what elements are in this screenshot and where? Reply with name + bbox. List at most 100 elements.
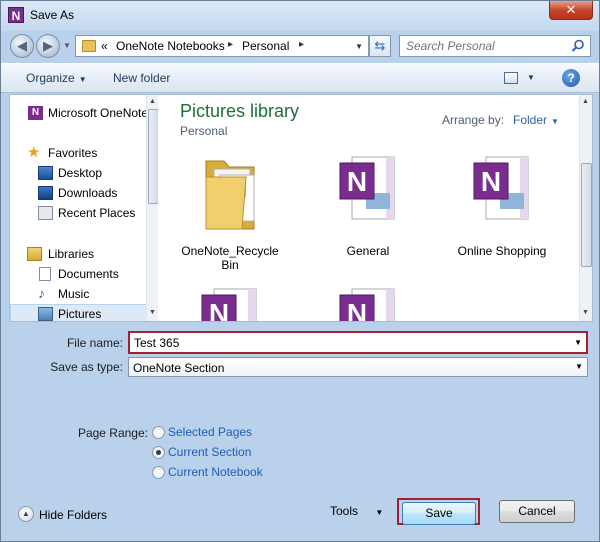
file-list: Pictures library Personal Arrange by: Fo… bbox=[168, 95, 579, 321]
tools-button[interactable]: Tools ▼ bbox=[330, 504, 383, 518]
breadcrumb-separator[interactable]: ▸ bbox=[228, 39, 233, 50]
file-item-general[interactable]: N General bbox=[313, 153, 423, 263]
arrange-by-dropdown[interactable]: Folder ▼ bbox=[513, 113, 559, 127]
help-icon[interactable]: ? bbox=[562, 69, 580, 87]
refresh-icon: ⇆ bbox=[374, 38, 386, 53]
pictures-icon bbox=[38, 307, 53, 321]
file-name-label: OneNote_Recycle Bin bbox=[181, 244, 279, 272]
search-input[interactable] bbox=[400, 36, 568, 56]
folder-icon bbox=[82, 40, 96, 52]
file-scroll-thumb[interactable] bbox=[581, 163, 592, 267]
scroll-up-icon[interactable]: ▲ bbox=[149, 98, 156, 105]
nav-item-label: Microsoft OneNote bbox=[48, 106, 147, 120]
desktop-icon bbox=[38, 166, 53, 180]
chevron-down-icon[interactable]: ▼ bbox=[575, 362, 583, 371]
new-folder-button[interactable]: New folder bbox=[113, 71, 170, 85]
nav-item-desktop[interactable]: Desktop bbox=[10, 163, 147, 183]
save-button[interactable]: Save bbox=[402, 502, 476, 525]
scroll-down-icon[interactable]: ▼ bbox=[149, 309, 156, 316]
search-box[interactable] bbox=[399, 35, 591, 57]
pane-splitter[interactable] bbox=[159, 95, 167, 321]
nav-item-favorites[interactable]: ★ Favorites bbox=[10, 143, 147, 163]
organize-button[interactable]: Organize ▼ bbox=[26, 71, 87, 85]
save-highlight: Save bbox=[397, 498, 480, 525]
cancel-button[interactable]: Cancel bbox=[499, 500, 575, 523]
save-as-dialog: N Save As ✕ ◀ ▶ ▼ « OneNote Notebooks ▸ … bbox=[0, 0, 600, 542]
organize-label: Organize bbox=[26, 71, 75, 85]
refresh-button[interactable]: ⇆ bbox=[369, 35, 391, 57]
save-as-type-value: OneNote Section bbox=[133, 361, 225, 375]
address-bar[interactable]: « OneNote Notebooks ▸ Personal ▸ ▼ bbox=[75, 35, 369, 57]
file-name-combobox[interactable]: ▼ bbox=[128, 331, 588, 354]
command-bar: Organize ▼ New folder ▼ ? bbox=[1, 63, 599, 93]
file-item[interactable]: N bbox=[175, 285, 285, 321]
file-item[interactable]: N bbox=[313, 285, 423, 321]
hide-folders-label: Hide Folders bbox=[39, 508, 108, 522]
library-subtitle: Personal bbox=[180, 124, 228, 138]
chevron-up-icon: ▲ bbox=[18, 506, 34, 522]
nav-item-label: Downloads bbox=[58, 186, 118, 200]
scroll-up-icon[interactable]: ▲ bbox=[582, 98, 589, 105]
nav-item-label: Recent Places bbox=[58, 206, 136, 220]
radio-button-checked[interactable] bbox=[152, 446, 165, 459]
onenote-icon: N bbox=[28, 106, 43, 120]
save-as-type-select[interactable]: OneNote Section ▼ bbox=[128, 357, 588, 377]
scroll-down-icon[interactable]: ▼ bbox=[582, 309, 589, 316]
onenote-section-icon: N bbox=[473, 156, 529, 220]
svg-text:N: N bbox=[481, 166, 501, 197]
address-row: ◀ ▶ ▼ « OneNote Notebooks ▸ Personal ▸ ▼… bbox=[1, 31, 599, 61]
nav-item-libraries[interactable]: Libraries bbox=[10, 244, 147, 264]
chevron-down-icon[interactable]: ▼ bbox=[355, 42, 363, 51]
breadcrumb-personal[interactable]: Personal bbox=[242, 39, 289, 53]
close-button[interactable]: ✕ bbox=[549, 1, 593, 20]
view-options-dropdown[interactable]: ▼ bbox=[527, 73, 535, 82]
nav-pane-scrollbar[interactable]: ▲ ▼ bbox=[146, 95, 158, 321]
arrow-right-icon: ▶ bbox=[43, 38, 53, 53]
radio-label[interactable]: Current Section bbox=[168, 445, 251, 459]
title-bar: N Save As ✕ bbox=[1, 1, 599, 31]
chevron-down-icon: ▼ bbox=[78, 75, 87, 84]
radio-label[interactable]: Current Notebook bbox=[168, 465, 263, 479]
nav-item-label: Music bbox=[58, 287, 90, 301]
change-view-icon[interactable] bbox=[504, 72, 518, 84]
star-icon: ★ bbox=[27, 144, 41, 161]
svg-text:N: N bbox=[209, 298, 229, 321]
nav-item-label: Favorites bbox=[48, 146, 98, 160]
chevron-down-icon[interactable]: ▼ bbox=[574, 338, 582, 347]
chevron-down-icon: ▼ bbox=[551, 117, 559, 126]
nav-scroll-thumb[interactable] bbox=[148, 109, 158, 204]
downloads-icon bbox=[38, 186, 53, 200]
recent-locations-dropdown[interactable]: ▼ bbox=[63, 41, 71, 50]
forward-button[interactable]: ▶ bbox=[36, 34, 60, 58]
breadcrumb-overflow[interactable]: « bbox=[101, 39, 108, 53]
arrange-by-label: Arrange by: bbox=[442, 113, 505, 127]
page-range-label: Page Range: bbox=[77, 426, 148, 440]
breadcrumb-separator[interactable]: ▸ bbox=[299, 39, 304, 50]
nav-item-recent-places[interactable]: Recent Places bbox=[10, 203, 147, 223]
nav-item-downloads[interactable]: Downloads bbox=[10, 183, 147, 203]
documents-icon bbox=[39, 267, 51, 281]
nav-item-label: Documents bbox=[58, 267, 119, 281]
nav-item-music[interactable]: ♪ Music bbox=[10, 284, 147, 304]
back-button[interactable]: ◀ bbox=[10, 34, 34, 58]
nav-item-microsoft-onenote[interactable]: N Microsoft OneNote bbox=[10, 103, 147, 123]
radio-label[interactable]: Selected Pages bbox=[168, 425, 252, 439]
file-item-online-shopping[interactable]: N Online Shopping bbox=[447, 153, 557, 263]
save-as-type-label: Save as type: bbox=[50, 360, 123, 374]
nav-item-pictures[interactable]: Pictures bbox=[10, 304, 147, 321]
onenote-app-icon: N bbox=[8, 7, 24, 23]
radio-button[interactable] bbox=[152, 426, 165, 439]
search-icon[interactable] bbox=[571, 39, 585, 53]
arrange-by-value: Folder bbox=[513, 113, 548, 127]
file-item-onenote-recycle-bin[interactable]: OneNote_Recycle Bin bbox=[175, 153, 285, 283]
breadcrumb-onenote-notebooks[interactable]: OneNote Notebooks bbox=[116, 39, 225, 53]
file-name-label: File name: bbox=[66, 336, 123, 350]
arrow-left-icon: ◀ bbox=[17, 38, 27, 53]
file-name-input[interactable] bbox=[130, 333, 570, 352]
nav-item-label: Pictures bbox=[58, 307, 102, 321]
nav-item-documents[interactable]: Documents bbox=[10, 264, 147, 284]
tools-label: Tools bbox=[330, 504, 359, 518]
file-list-scrollbar[interactable]: ▲ ▼ bbox=[579, 95, 592, 321]
music-icon: ♪ bbox=[38, 285, 45, 301]
radio-button[interactable] bbox=[152, 466, 165, 479]
